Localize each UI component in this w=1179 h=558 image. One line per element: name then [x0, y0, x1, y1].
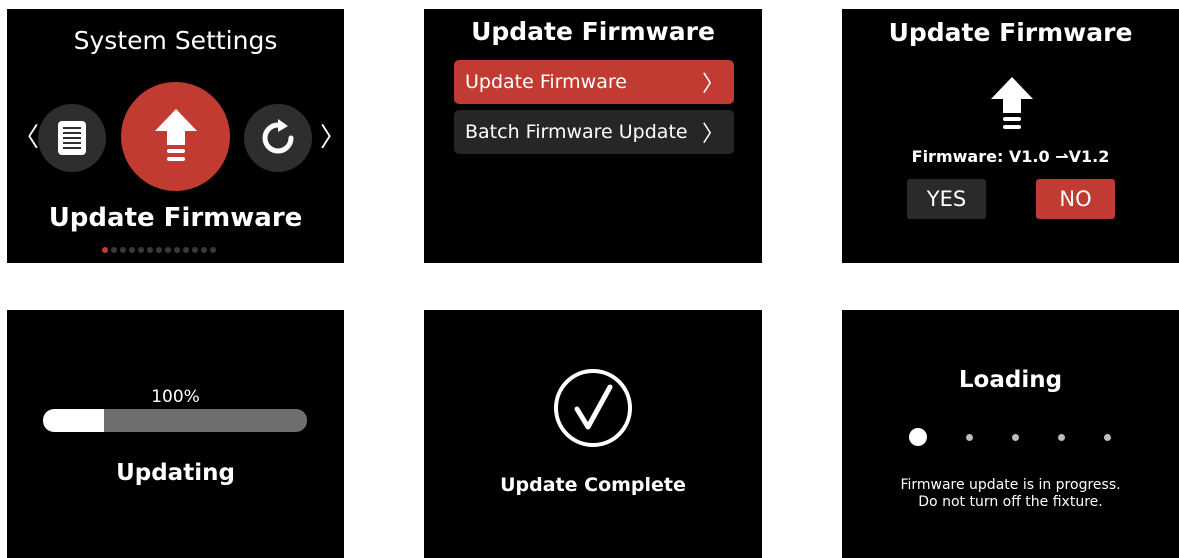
- page-dot: [129, 247, 135, 253]
- loading-dot: [1104, 433, 1111, 441]
- refresh-icon[interactable]: [244, 104, 312, 172]
- warning-line-1: Firmware update is in progress.: [900, 477, 1121, 493]
- screen-title: Loading: [958, 367, 1063, 393]
- page-dot: [183, 247, 189, 253]
- page-dot: [138, 247, 144, 253]
- checkmark-circle-icon: [554, 369, 632, 447]
- screen-title: Update Firmware: [888, 18, 1133, 47]
- progress-bar: [43, 409, 307, 432]
- no-button[interactable]: NO: [1036, 179, 1115, 219]
- page-dot: [147, 247, 153, 253]
- upload-arrow-icon: [991, 77, 1033, 129]
- warning-message: Firmware update is in progress. Do not t…: [842, 477, 1179, 511]
- page-dot: [201, 247, 207, 253]
- page-dot: [174, 247, 180, 253]
- page-dot: [120, 247, 126, 253]
- update-firmware-option[interactable]: [121, 82, 230, 191]
- loading-dot-active: [909, 428, 927, 446]
- screen-title: System Settings: [73, 26, 278, 55]
- page-dot: [165, 247, 171, 253]
- menu-item-label: Update Firmware: [465, 71, 627, 93]
- upload-arrow-icon: [154, 108, 197, 161]
- screen-title: Update Firmware: [471, 17, 715, 46]
- loading-dot: [1012, 433, 1019, 441]
- page-dot: [192, 247, 198, 253]
- loading-indicator: [909, 428, 1111, 446]
- page-dot: [156, 247, 162, 253]
- page-dot: [111, 247, 117, 253]
- screen-system-settings: System Settings 〈 〉 Update Firmware: [7, 9, 344, 263]
- chevron-right-icon[interactable]: 〉: [320, 117, 344, 154]
- chevron-right-icon: 〉: [701, 72, 724, 97]
- loading-dot: [1058, 433, 1065, 441]
- loading-dot: [966, 433, 973, 441]
- screen-update-firmware-menu: Update Firmware Update Firmware 〉 Batch …: [424, 9, 762, 263]
- progress-fill: [43, 409, 104, 432]
- chevron-right-icon: 〉: [701, 122, 724, 147]
- selected-option-label: Update Firmware: [48, 203, 303, 233]
- page-dot-active: [102, 247, 108, 253]
- firmware-version-text: Firmware: V1.0 ⇀V1.2: [911, 147, 1110, 166]
- menu-item-batch-firmware-update[interactable]: Batch Firmware Update 〉: [454, 110, 734, 154]
- screen-confirm-update: Update Firmware Firmware: V1.0 ⇀V1.2 YES…: [842, 9, 1179, 263]
- yes-button[interactable]: YES: [907, 179, 986, 219]
- menu-item-update-firmware[interactable]: Update Firmware 〉: [454, 60, 734, 104]
- document-icon[interactable]: [38, 104, 106, 172]
- chevron-left-icon[interactable]: 〈: [13, 117, 39, 154]
- page-indicator: [102, 247, 216, 253]
- menu-item-label: Batch Firmware Update: [465, 121, 688, 143]
- warning-line-2: Do not turn off the fixture.: [918, 494, 1103, 510]
- screen-updating: 100% Updating: [7, 310, 344, 558]
- screen-update-complete: Update Complete: [424, 310, 762, 558]
- page-dot: [210, 247, 216, 253]
- progress-percent: 100%: [151, 387, 200, 407]
- status-text: Updating: [116, 460, 235, 486]
- status-text: Update Complete: [500, 474, 686, 496]
- screen-loading: Loading Firmware update is in progress. …: [842, 310, 1179, 558]
